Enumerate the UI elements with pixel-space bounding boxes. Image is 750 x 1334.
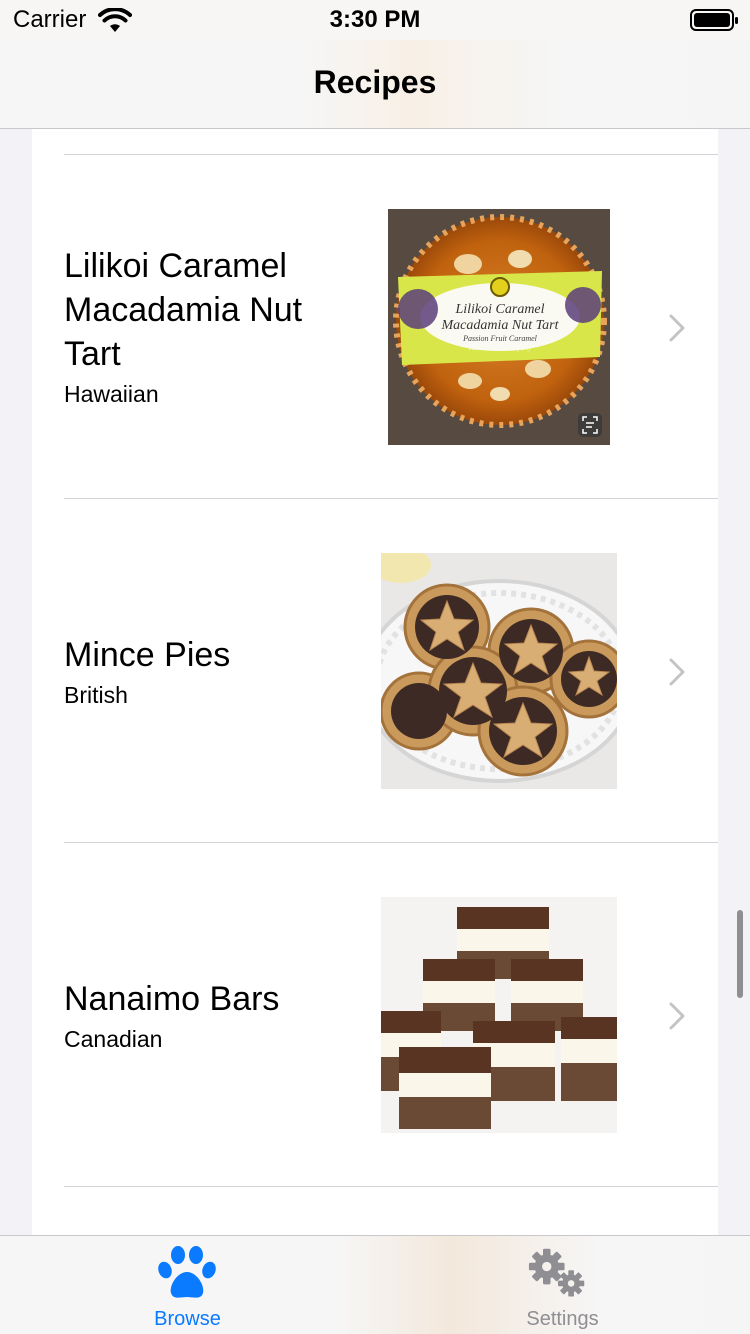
- status-bar: Carrier 3:30 PM: [0, 0, 750, 40]
- scroll-indicator[interactable]: [737, 910, 743, 998]
- tart-label-line4: Hawaii Tart Company: [468, 344, 532, 352]
- tab-settings[interactable]: Settings: [375, 1236, 750, 1334]
- battery-icon: [690, 9, 738, 31]
- recipe-title: Nanaimo Bars: [64, 980, 280, 1018]
- row-separator: [64, 1186, 718, 1187]
- navigation-bar: Recipes: [0, 40, 750, 129]
- clock: 3:30 PM: [329, 6, 421, 33]
- recipe-list: Lilikoi Caramel Macadamia Nut Tart Hawai…: [32, 129, 718, 1235]
- nanaimo-bars-photo: [381, 897, 617, 1133]
- recipe-text: Mince Pies British: [64, 633, 354, 711]
- recipe-cuisine: British: [64, 682, 128, 708]
- tart-label-line3: Passion Fruit Caramel: [462, 334, 538, 343]
- recipe-row[interactable]: Mince Pies British: [32, 499, 718, 842]
- chevron-right-icon: [669, 314, 685, 342]
- recipe-text: Lilikoi Caramel Macadamia Nut Tart Hawai…: [64, 244, 354, 410]
- paw-icon: [158, 1246, 216, 1298]
- recipe-row[interactable]: Lilikoi Caramel Macadamia Nut Tart Hawai…: [32, 155, 718, 498]
- gears-icon: [528, 1248, 585, 1297]
- tab-browse[interactable]: Browse: [0, 1236, 375, 1334]
- tart-label-line1: Lilikoi Caramel: [454, 302, 544, 317]
- recipe-row[interactable]: Nanaimo Bars Canadian: [32, 843, 718, 1186]
- chevron-right-icon: [669, 658, 685, 686]
- recipe-text: Nanaimo Bars Canadian: [64, 977, 354, 1055]
- recipes-screen: Carrier 3:30 PM Recipes Lilikoi Caramel …: [0, 0, 750, 1334]
- recipe-cuisine: Hawaiian: [64, 381, 159, 407]
- tart-label-line2: Macadamia Nut Tart: [441, 318, 560, 333]
- tab-label: Browse: [154, 1308, 221, 1330]
- recipe-title: Lilikoi Caramel Macadamia Nut Tart: [64, 247, 303, 373]
- page-title: Recipes: [313, 64, 437, 100]
- tab-label: Settings: [526, 1308, 599, 1330]
- mince-pies-photo: [381, 553, 617, 789]
- tart-photo: Lilikoi Caramel Macadamia Nut Tart Passi…: [388, 209, 610, 445]
- recipe-cuisine: Canadian: [64, 1026, 163, 1052]
- tab-bar: Browse Settings: [0, 1235, 750, 1334]
- recipe-title: Mince Pies: [64, 636, 231, 674]
- chevron-right-icon: [669, 1002, 685, 1030]
